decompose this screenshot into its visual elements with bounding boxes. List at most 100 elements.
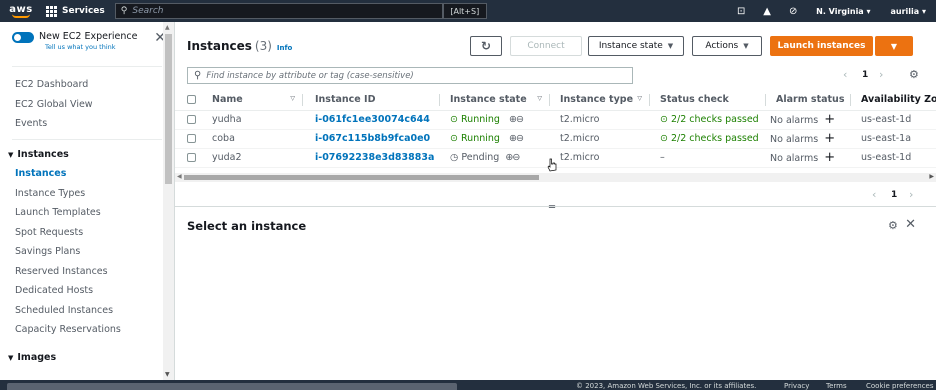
cell-status-check: – bbox=[650, 148, 766, 168]
sidebar-item-savings-plans[interactable]: Savings Plans bbox=[15, 242, 174, 262]
sidebar-item-reserved-instances[interactable]: Reserved Instances bbox=[15, 262, 174, 282]
launch-instances-dropdown[interactable]: ▼ bbox=[875, 36, 913, 56]
running-icon: ⊙ bbox=[450, 114, 458, 125]
pending-clock-icon: ◷ bbox=[450, 152, 459, 163]
zoom-icons[interactable]: ⊕⊖ bbox=[509, 133, 524, 144]
instance-id-link[interactable]: i-067c115b8b9fca0e0 bbox=[315, 133, 430, 144]
column-header-instance-state[interactable]: Instance state ▽ bbox=[440, 90, 550, 111]
connect-button[interactable]: Connect bbox=[510, 36, 582, 56]
table-row[interactable]: coba i-067c115b8b9fca0e0 ⊙ Running ⊕⊖ t2… bbox=[175, 129, 936, 149]
copyright-text: © 2023, Amazon Web Services, Inc. or its… bbox=[576, 382, 757, 390]
detail-prev-page-icon[interactable]: ‹ bbox=[872, 188, 876, 201]
table-horizontal-scrollbar[interactable]: ◀ ▶ bbox=[175, 173, 936, 182]
sort-down-icon[interactable]: ▽ bbox=[290, 95, 295, 102]
cell-name: yudha bbox=[208, 110, 303, 130]
sidebar-section-images[interactable]: ▼ Images bbox=[4, 348, 174, 368]
zoom-icons[interactable]: ⊕⊖ bbox=[509, 114, 524, 125]
cell-status-check[interactable]: 2/2 checks passed bbox=[671, 133, 759, 144]
sidebar-item-ec2-dashboard[interactable]: EC2 Dashboard bbox=[15, 75, 174, 95]
sidebar-item-ec2-global-view[interactable]: EC2 Global View bbox=[15, 95, 174, 115]
sidebar-item-instances[interactable]: Instances bbox=[15, 164, 174, 184]
instance-state-dropdown[interactable]: Instance state ▼ bbox=[588, 36, 684, 56]
sidebar-item-spot-requests[interactable]: Spot Requests bbox=[15, 223, 174, 243]
add-alarm-icon[interactable]: + bbox=[824, 131, 835, 146]
scroll-down-icon[interactable]: ▼ bbox=[165, 371, 170, 378]
cell-status-check[interactable]: 2/2 checks passed bbox=[671, 114, 759, 125]
column-header-instance-type[interactable]: Instance type ▽ bbox=[550, 90, 650, 111]
row-checkbox[interactable] bbox=[187, 153, 196, 162]
cell-instance-state: Running bbox=[461, 114, 500, 125]
add-alarm-icon[interactable]: + bbox=[824, 150, 835, 165]
global-search-input[interactable]: ⚲ Search bbox=[114, 3, 443, 19]
running-icon: ⊙ bbox=[450, 133, 458, 144]
search-icon: ⚲ bbox=[120, 6, 128, 16]
split-panel-divider bbox=[175, 206, 936, 207]
sidebar-item-capacity-reservations[interactable]: Capacity Reservations bbox=[15, 320, 174, 340]
detail-panel-title: Select an instance bbox=[187, 219, 307, 233]
zoom-icons[interactable]: ⊕⊖ bbox=[505, 152, 520, 163]
scroll-up-icon[interactable]: ▲ bbox=[165, 24, 170, 31]
instance-id-link[interactable]: i-061fc1ee30074c644 bbox=[315, 114, 430, 125]
select-all-checkbox[interactable] bbox=[187, 95, 196, 105]
table-row[interactable]: yudha i-061fc1ee30074c644 ⊙ Running ⊕⊖ t… bbox=[175, 110, 936, 130]
cookie-preferences-link[interactable]: Cookie preferences bbox=[866, 382, 934, 390]
scroll-left-icon[interactable]: ◀ bbox=[177, 173, 182, 180]
sort-down-icon[interactable]: ▽ bbox=[537, 95, 542, 102]
privacy-link[interactable]: Privacy bbox=[784, 382, 809, 390]
notifications-bell-icon[interactable]: ▲ bbox=[754, 6, 780, 17]
cell-instance-state: Pending bbox=[461, 152, 500, 163]
detail-next-page-icon[interactable]: › bbox=[909, 188, 913, 201]
actions-dropdown[interactable]: Actions ▼ bbox=[692, 36, 762, 56]
refresh-button[interactable]: ↻ bbox=[470, 36, 502, 56]
sidebar-divider bbox=[12, 66, 162, 67]
instance-count: (3) bbox=[254, 39, 272, 53]
instances-table: Name ▽ Instance ID Instance state ▽ Instan… bbox=[175, 90, 936, 168]
terms-link[interactable]: Terms bbox=[826, 382, 847, 390]
row-checkbox[interactable] bbox=[187, 115, 196, 124]
cell-instance-type: t2.micro bbox=[550, 148, 650, 168]
cloudshell-icon[interactable]: ⊡ bbox=[728, 6, 754, 17]
instance-id-link[interactable]: i-07692238e3d83883a bbox=[315, 152, 434, 163]
gear-icon[interactable]: ⚙ bbox=[888, 219, 898, 232]
add-alarm-icon[interactable]: + bbox=[824, 112, 835, 127]
sidebar-item-events[interactable]: Events bbox=[15, 114, 174, 134]
gear-icon[interactable]: ⚙ bbox=[909, 68, 919, 81]
cell-availability-zone: us-east-1a bbox=[851, 129, 936, 149]
sort-down-icon[interactable]: ▽ bbox=[637, 95, 642, 102]
sidebar-section-instances[interactable]: ▼ Instances bbox=[4, 145, 174, 165]
search-icon: ⚲ bbox=[194, 70, 202, 81]
cell-name: coba bbox=[208, 129, 303, 149]
instance-filter-input[interactable]: ⚲ Find instance by attribute or tag (cas… bbox=[187, 67, 633, 84]
sidebar-item-launch-templates[interactable]: Launch Templates bbox=[15, 203, 174, 223]
column-header-instance-id[interactable]: Instance ID bbox=[303, 90, 440, 111]
feedback-link[interactable]: Tell us what you think bbox=[45, 43, 150, 51]
scrollbar-thumb[interactable] bbox=[165, 34, 172, 184]
scrollbar-thumb[interactable] bbox=[184, 175, 539, 180]
account-menu[interactable]: aurilia ▾ bbox=[881, 7, 936, 16]
scroll-right-icon[interactable]: ▶ bbox=[929, 173, 934, 180]
drag-handle-icon[interactable]: ═ bbox=[549, 202, 555, 213]
sidebar-item-dedicated-hosts[interactable]: Dedicated Hosts bbox=[15, 281, 174, 301]
footer-feedback-bar[interactable] bbox=[7, 383, 457, 390]
row-checkbox[interactable] bbox=[187, 134, 196, 143]
next-page-icon[interactable]: › bbox=[879, 68, 883, 81]
detail-page-number[interactable]: 1 bbox=[891, 190, 897, 200]
column-header-alarm-status[interactable]: Alarm status bbox=[766, 90, 851, 111]
column-header-status-check[interactable]: Status check bbox=[650, 90, 766, 111]
launch-instances-button[interactable]: Launch instances bbox=[770, 36, 873, 56]
page-number[interactable]: 1 bbox=[862, 70, 868, 80]
sidebar-scrollbar[interactable]: ▲ ▼ bbox=[163, 22, 174, 380]
info-link[interactable]: Info bbox=[277, 44, 292, 52]
caret-down-icon: ▼ bbox=[890, 41, 898, 51]
new-experience-toggle[interactable] bbox=[12, 32, 34, 43]
aws-logo[interactable]: aws bbox=[4, 0, 38, 22]
sidebar-item-instance-types[interactable]: Instance Types bbox=[15, 184, 174, 204]
close-icon[interactable]: ✕ bbox=[905, 217, 916, 232]
help-icon[interactable]: ⊘ bbox=[780, 6, 806, 17]
sidebar-item-scheduled-instances[interactable]: Scheduled Instances bbox=[15, 301, 174, 321]
region-selector[interactable]: N. Virginia ▾ bbox=[806, 7, 880, 16]
services-menu-button[interactable]: Services bbox=[38, 5, 113, 17]
column-header-name[interactable]: Name ▽ bbox=[208, 90, 303, 111]
prev-page-icon[interactable]: ‹ bbox=[843, 68, 847, 81]
column-header-availability-zone[interactable]: Availability Zone bbox=[851, 90, 936, 111]
